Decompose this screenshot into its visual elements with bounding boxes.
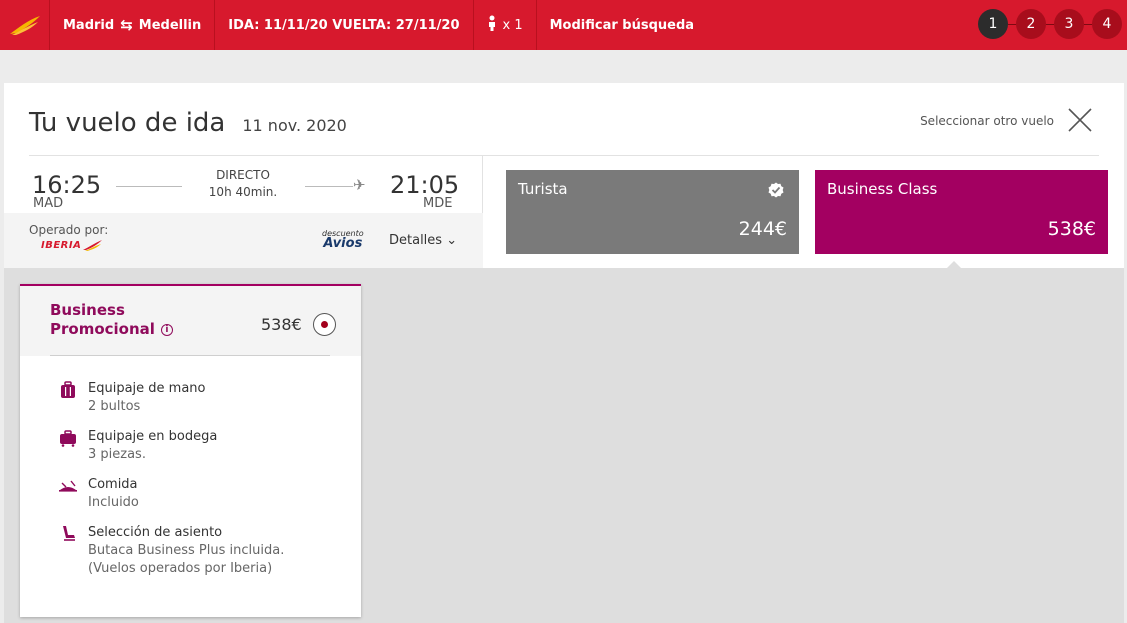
flight-type: DIRECTO 10h 40min. [184,167,302,201]
checked-luggage-icon [60,430,76,447]
fare-detail-name: Business Promocional i [50,301,173,339]
iberia-logo[interactable] [0,0,50,50]
step-1[interactable]: 1 [978,9,1008,39]
arrival-airport: MDE [423,196,453,211]
check-badge-icon [768,182,784,198]
route-summary: Madrid ⇆ Medellin [50,0,216,50]
operator-logo: IBERIA [41,239,103,251]
operator-strip: Operado por: IBERIA descuento Avios Deta… [4,213,483,268]
origin-city: Madrid [63,17,115,33]
divider [50,355,330,356]
page-title: Tu vuelo de ida [29,108,226,138]
details-toggle[interactable]: Detalles ⌄ [389,233,457,248]
feature-desc: 3 piezas. [88,447,146,462]
top-bar: Madrid ⇆ Medellin IDA: 11/11/20 VUELTA: … [0,0,1127,50]
seat-icon [63,526,75,541]
flight-heading: Tu vuelo de ida 11 nov. 2020 [29,108,347,138]
avios-text: Avios [323,236,363,251]
select-other-flight-link[interactable]: Seleccionar otro vuelo [920,114,1054,128]
feature-desc: Incluido [88,495,139,510]
passenger-count: x 1 [502,17,523,33]
feature-title: Comida [88,477,138,492]
flight-date: 11 nov. 2020 [242,116,347,135]
departure-time: 16:25 [32,171,102,199]
meal-icon [59,480,77,492]
departure-airport: MAD [33,196,64,211]
fare-detail-price: 538€ [261,315,302,334]
hand-luggage-icon [61,381,75,398]
info-icon[interactable]: i [160,323,173,336]
fare-price: 538€ [1047,218,1096,240]
feature-meal: Comida Incluido [58,476,139,512]
step-4[interactable]: 4 [1092,9,1122,39]
arrival-time: 21:05 [390,171,460,199]
fare-name: Turista [518,180,568,198]
step-indicator: 1 2 3 4 [978,9,1122,39]
flight-duration: 10h 40min. [208,185,278,199]
plane-icon: ✈ [353,176,366,194]
close-icon[interactable] [1066,106,1094,134]
flight-summary: 16:25 MAD DIRECTO 10h 40min. ✈ 21:05 MDE… [4,156,483,268]
fare-name: Business Class [827,180,938,198]
feature-seat: Selección de asiento Butaca Business Plu… [58,524,284,578]
step-3[interactable]: 3 [1054,9,1084,39]
fare-select-radio[interactable] [313,313,336,336]
fare-option-business[interactable]: Business Class 538€ [815,170,1108,254]
feature-desc: (Vuelos operados por Iberia) [88,561,273,576]
feature-checked-luggage: Equipaje en bodega 3 piezas. [58,428,217,464]
feature-title: Selección de asiento [88,525,223,540]
route-line [305,186,353,187]
dates-summary: IDA: 11/11/20 VUELTA: 27/11/20 [215,0,474,50]
direct-label: DIRECTO [216,168,270,182]
fare-name-line2: Promocional [50,320,155,338]
avios-discount-badge: descuento Avios [322,229,364,251]
destination-city: Medellin [138,17,202,33]
route-line [116,186,182,187]
modify-search-link[interactable]: Modificar búsqueda [537,0,707,50]
flight-card: Tu vuelo de ida 11 nov. 2020 Seleccionar… [4,83,1124,268]
feature-title: Equipaje en bodega [88,429,218,444]
feature-title: Equipaje de mano [88,381,206,396]
iberia-wing-icon [9,16,40,35]
step-2[interactable]: 2 [1016,9,1046,39]
fare-name-line1: Business [50,301,125,319]
feature-desc: 2 bultos [88,399,141,414]
iberia-wing-icon [83,240,103,251]
step-connector [1084,23,1092,25]
fare-price: 244€ [738,218,787,240]
step-connector [1046,23,1054,25]
operator-name: IBERIA [41,239,82,251]
feature-hand-luggage: Equipaje de mano 2 bultos [58,380,205,416]
selected-fare-pointer [946,261,962,269]
fare-detail-card[interactable]: Business Promocional i 538€ Equipaje de m… [20,284,361,617]
feature-desc: Butaca Business Plus incluida. [88,543,285,558]
route-arrows-icon: ⇆ [120,16,133,34]
person-icon [487,15,497,35]
fare-detail-header: Business Promocional i 538€ [20,286,361,356]
operated-by-label: Operado por: [29,223,109,237]
fare-option-turista[interactable]: Turista 244€ [506,170,799,254]
step-connector [1008,23,1016,25]
passengers-summary: x 1 [474,0,537,50]
